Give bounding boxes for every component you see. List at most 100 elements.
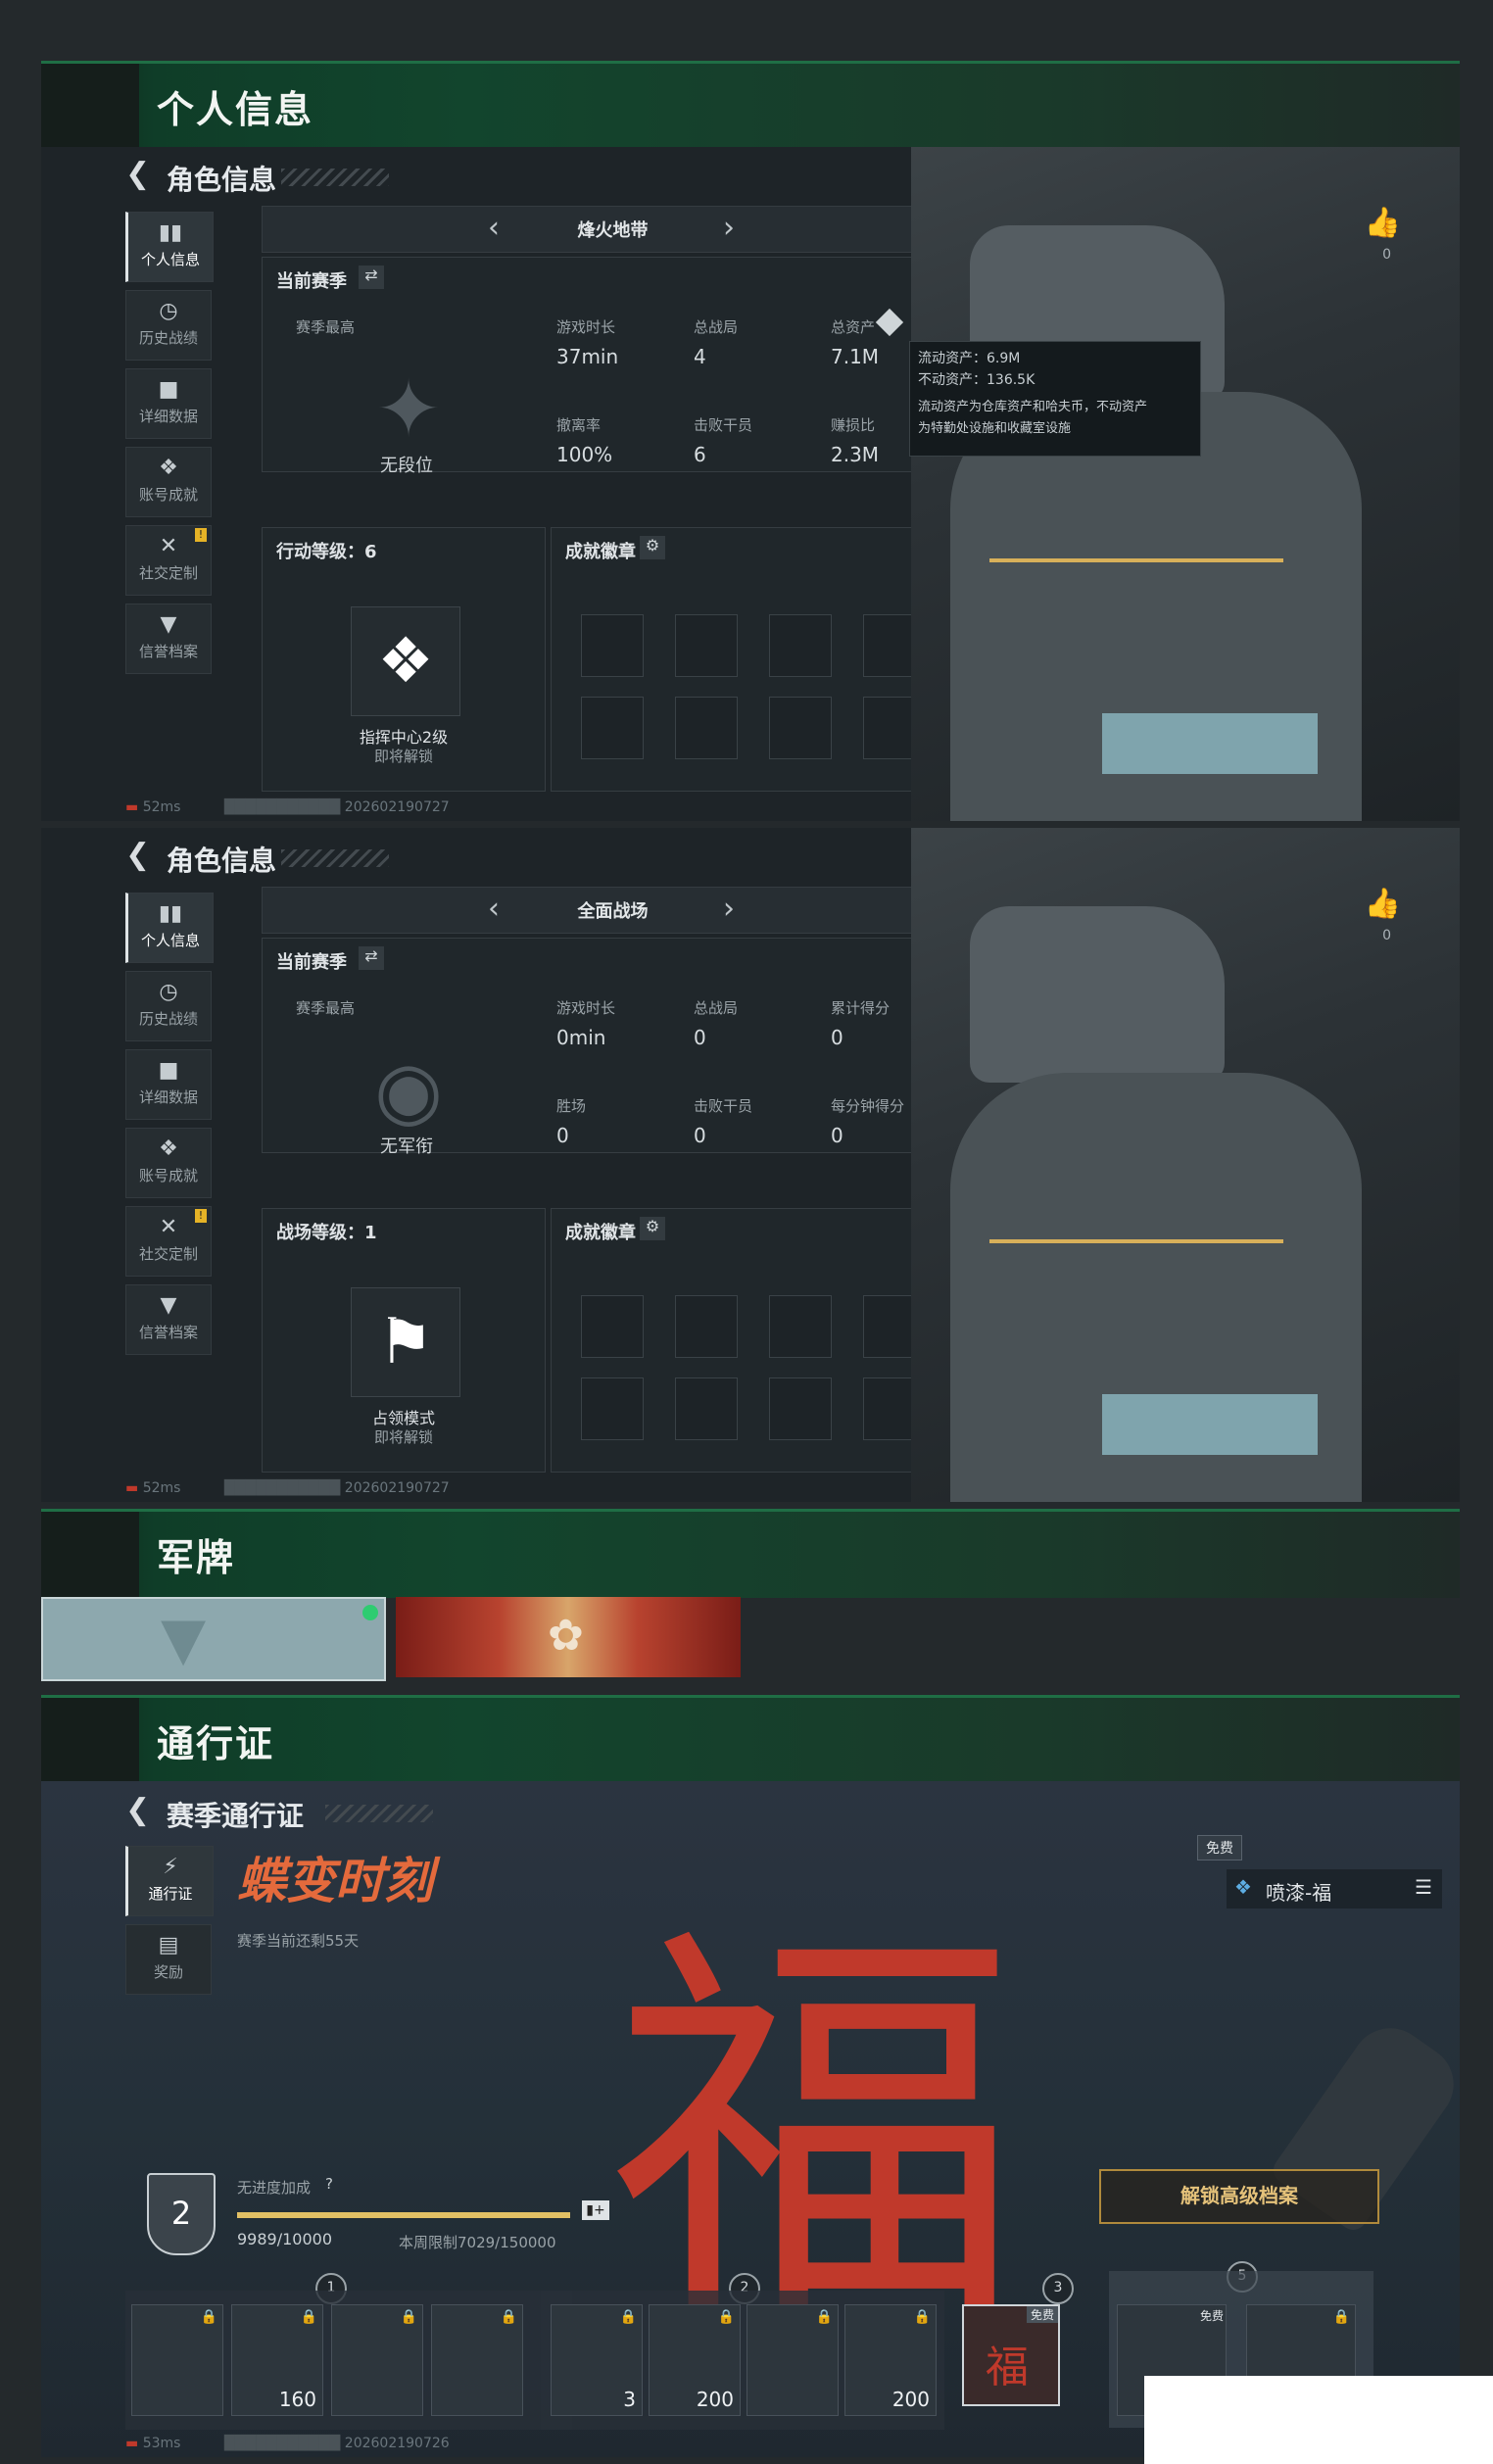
season-best-label: 赛季最高 <box>296 318 356 336</box>
title-hatch <box>281 169 389 186</box>
tier-group-2: 🔒 3 🔒 200 🔒 🔒 200 <box>541 2291 944 2430</box>
badge-slot[interactable] <box>769 614 832 677</box>
gear-icon[interactable]: ⚙ <box>640 536 665 559</box>
sidebar-item-social[interactable]: ! ✕ 社交定制 <box>125 1206 212 1277</box>
list-icon[interactable]: ☰ <box>1415 1875 1432 1899</box>
progress-track <box>237 2212 570 2218</box>
pass-icon: ⚡ <box>163 1855 178 1879</box>
swap-icon[interactable]: ⇄ <box>359 946 384 970</box>
sidebar-item-reputation[interactable]: ▼ 信誉档案 <box>125 1284 212 1355</box>
sidebar-item-reputation[interactable]: ▼ 信誉档案 <box>125 604 212 674</box>
level-badge: 2 <box>147 2173 216 2255</box>
uid-blur: ███████████ <box>223 1480 341 1496</box>
season-box: 当前赛季 ⇄ 赛季最高 ✦ 无段位 游戏时长 37min 总战局 4 总资产 7.1M… <box>262 257 964 476</box>
swap-icon[interactable]: ⇄ <box>359 266 384 289</box>
level-box: 战场等级：1 ⚑ 占领模式 即将解锁 <box>262 1208 546 1473</box>
like-icon[interactable]: 👍 <box>1365 887 1401 921</box>
badge-slot[interactable] <box>675 1377 738 1440</box>
badge-slot[interactable] <box>675 697 738 759</box>
banner-notch <box>41 1512 139 1598</box>
military-tag-card-1[interactable]: ▼ <box>41 1597 386 1681</box>
sidebar-item-achievements[interactable]: ❖ 账号成就 <box>125 447 212 517</box>
stat-wins: 胜场 0 <box>556 1097 587 1147</box>
badge-slot[interactable] <box>581 614 644 677</box>
like-icon[interactable]: 👍 <box>1365 206 1401 240</box>
reward-item-fu[interactable]: 免费 福 <box>962 2304 1060 2406</box>
reward-item[interactable]: 🔒 <box>131 2304 223 2416</box>
badge-slot[interactable] <box>581 1295 644 1358</box>
stat-kills: 击败干员 0 <box>694 1097 753 1147</box>
reward-item[interactable]: 🔒 <box>331 2304 423 2416</box>
fu-mini-icon: 福 <box>986 2343 1029 2392</box>
unlock-premium-button[interactable]: 解锁高级档案 <box>1099 2169 1379 2224</box>
assets-tooltip: 流动资产：6.9M 不动资产：136.5K 流动资产为仓库资产和哈夫币，不动资产… <box>909 341 1201 457</box>
lock-icon: 🔒 <box>1332 2309 1350 2325</box>
sidebar-item-rewards[interactable]: ▤ 奖励 <box>125 1924 212 1995</box>
uid-blur: ███████████ <box>223 799 341 815</box>
current-season-label: 当前赛季 <box>276 952 347 973</box>
reward-item[interactable]: 🔒 200 <box>649 2304 741 2416</box>
chevron-right-icon[interactable]: › <box>723 892 735 926</box>
flag-icon: ⚑ <box>351 1287 460 1397</box>
season-pass-panel: ❮ 赛季通行证 ⚡ 通行证 ▤ 奖励 蝶变时刻 赛季当前还剩55天 福 免费 ❖ 喷… <box>41 1781 1460 2457</box>
season-best-label: 赛季最高 <box>296 999 356 1017</box>
sidebar-item-pass[interactable]: ⚡ 通行证 <box>125 1846 214 1916</box>
sidebar-item-details[interactable]: ■ 详细数据 <box>125 368 212 439</box>
level-item-name: 占领模式 <box>371 1409 435 1427</box>
chevron-right-icon[interactable]: › <box>723 211 735 245</box>
character-model: 👍 0 <box>911 828 1460 1502</box>
history-icon: ◷ <box>159 299 178 323</box>
badge-slot[interactable] <box>675 614 738 677</box>
lock-icon: 🔒 <box>619 2309 637 2325</box>
reward-item[interactable]: 🔒 <box>431 2304 523 2416</box>
sidebar-item-social[interactable]: ! ✕ 社交定制 <box>125 525 212 596</box>
character-info-panel-2: ❮ 角色信息 ▮▮ 个人信息 ◷ 历史战绩 ■ 详细数据 ❖ 账号成就 ! ✕ 社交定制 ▼… <box>41 828 1460 1502</box>
title-hatch <box>281 849 389 867</box>
gear-icon[interactable]: ⚙ <box>640 1217 665 1240</box>
sidebar-item-personal-info[interactable]: ▮▮ 个人信息 <box>125 212 214 282</box>
medal-icon: ❖ <box>159 1136 178 1161</box>
corner-white-block <box>1144 2376 1493 2464</box>
helmet-shape <box>970 906 1225 1083</box>
mode-label: 烽火地带 <box>577 220 649 241</box>
back-arrow-icon[interactable]: ❮ <box>125 838 150 872</box>
weekly-limit: 本周限制7029/150000 <box>399 2234 556 2251</box>
help-icon[interactable] <box>875 308 904 337</box>
reward-item[interactable]: 🔒 <box>746 2304 839 2416</box>
reward-item[interactable]: 🔒 3 <box>551 2304 643 2416</box>
back-arrow-icon[interactable]: ❮ <box>125 157 150 191</box>
badge-slot[interactable] <box>581 697 644 759</box>
bar-chart-icon: ▮▮ <box>158 901 183 926</box>
reward-item[interactable]: 🔒 200 <box>844 2304 937 2416</box>
stat-total-matches: 总战局 0 <box>694 999 739 1049</box>
help-icon[interactable]: ? <box>325 2175 333 2193</box>
rank-emblem-icon: ◉ <box>374 1044 443 1135</box>
badge-slot[interactable] <box>581 1377 644 1440</box>
reward-item[interactable]: 🔒 160 <box>231 2304 323 2416</box>
sidebar-item-details[interactable]: ■ 详细数据 <box>125 1049 212 1120</box>
strap-accent <box>989 558 1283 562</box>
lock-icon: 🔒 <box>717 2309 735 2325</box>
badges-label: 成就徽章 <box>565 542 636 562</box>
badge-slot[interactable] <box>769 1377 832 1440</box>
lock-icon: 🔒 <box>400 2309 417 2325</box>
banner-notch <box>41 64 139 150</box>
item-name-bar: ❖ 喷漆-福 ☰ <box>1227 1869 1442 1908</box>
sidebar: ▮▮ 个人信息 ◷ 历史战绩 ■ 详细数据 ❖ 账号成就 ! ✕ 社交定制 ▼ 信誉档案 <box>125 893 214 1363</box>
military-tag-card-2[interactable]: ✿ <box>396 1597 741 1677</box>
ticket-icon[interactable]: ▮+ <box>582 2200 609 2220</box>
badge-slot[interactable] <box>769 697 832 759</box>
badge-slot[interactable] <box>675 1295 738 1358</box>
back-arrow-icon[interactable]: ❮ <box>125 1793 150 1827</box>
sidebar-item-personal-info[interactable]: ▮▮ 个人信息 <box>125 893 214 963</box>
sidebar-item-history[interactable]: ◷ 历史战绩 <box>125 290 212 361</box>
badge-slot[interactable] <box>769 1295 832 1358</box>
status-bar: ▬ 52ms ███████████ 202602190727 <box>125 1480 450 1496</box>
sidebar-item-history[interactable]: ◷ 历史战绩 <box>125 971 212 1041</box>
status-bar: ▬ 53ms ███████████ 202602190726 <box>125 2436 450 2451</box>
free-tag: 免费 <box>1026 2306 1058 2323</box>
name-plate <box>1102 713 1318 774</box>
sidebar-item-achievements[interactable]: ❖ 账号成就 <box>125 1128 212 1198</box>
season-box: 当前赛季 ⇄ 赛季最高 ◉ 无军衔 游戏时长 0min 总战局 0 累计得分 0 胜场… <box>262 938 964 1157</box>
level-label: 战场等级：1 <box>276 1223 377 1243</box>
